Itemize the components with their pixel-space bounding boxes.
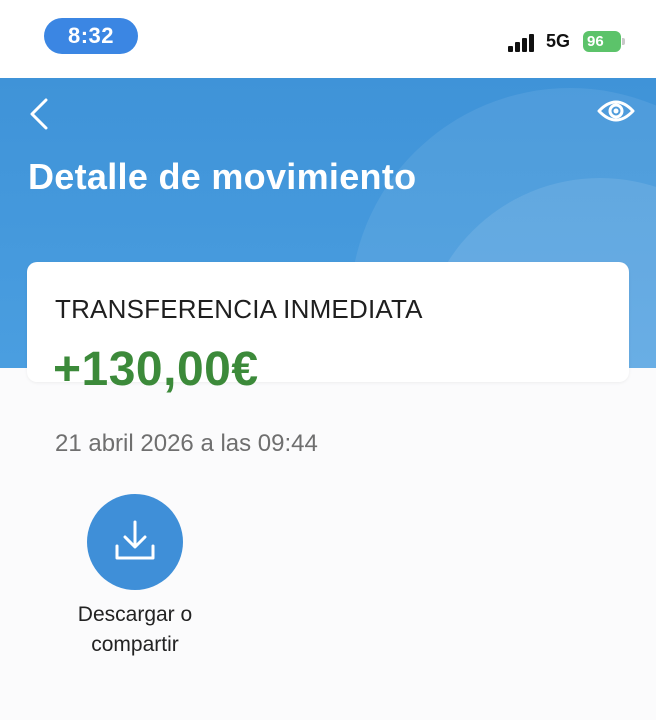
signal-icon <box>508 32 538 52</box>
eye-icon <box>597 100 635 122</box>
download-icon <box>115 520 155 560</box>
toggle-visibility-button[interactable] <box>596 96 636 126</box>
movement-type: TRANSFERENCIA INMEDIATA <box>55 294 423 324</box>
movement-datetime: 21 abril 2026 a las 09:44 <box>55 430 318 457</box>
page-title: Detalle de movimiento <box>28 156 417 197</box>
battery-tip <box>622 38 625 45</box>
status-time: 8:32 <box>44 18 138 54</box>
download-share-label: Descargar o compartir <box>77 603 193 656</box>
battery-icon: 96 <box>583 31 621 52</box>
download-circle[interactable] <box>87 494 183 590</box>
status-bar: 8:32 5G 96 <box>0 0 656 78</box>
movement-amount: +130,00€ <box>53 343 259 396</box>
battery-level: 96 <box>587 33 604 50</box>
back-button[interactable] <box>26 96 56 132</box>
network-type: 5G <box>546 31 571 51</box>
download-share-button[interactable]: Descargar o compartir <box>50 494 220 664</box>
chevron-left-icon <box>30 98 48 130</box>
